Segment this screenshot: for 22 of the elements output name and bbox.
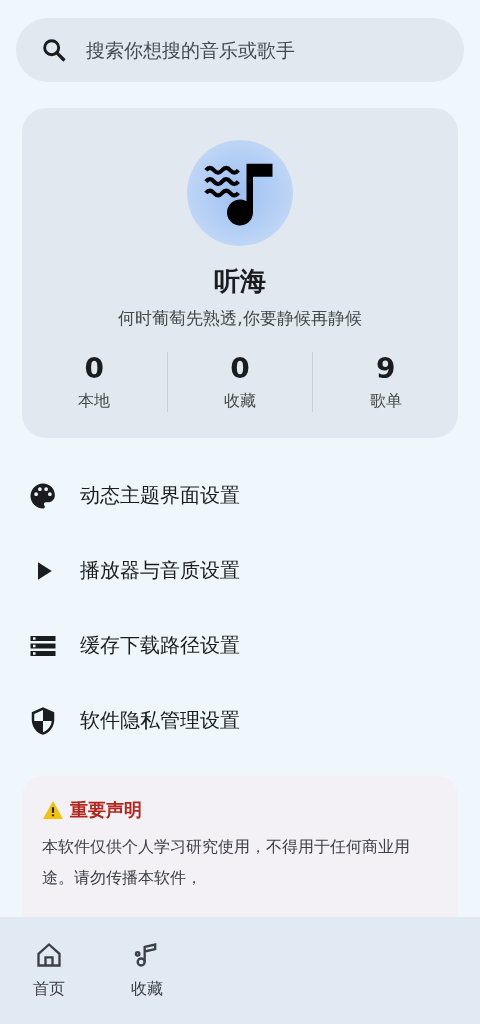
notice-text: 本软件仅供个人学习研究使用，不得用于任何商业用 [42,837,411,858]
nav-tab[interactable]: 首页 [0,917,98,1024]
stat-value: 0 [84,352,105,385]
home-icon [35,941,63,969]
search-icon [40,36,68,64]
stat-label: 本地 [78,391,111,412]
notice-title: 重要声明 [70,798,142,822]
user-motto: 何时葡萄先熟透,你要静候再静候 [118,307,362,330]
search-field[interactable]: 搜索你想搜的音乐或歌手 [84,38,440,62]
settings-item[interactable]: 动态主题界面设置 [80,482,240,509]
nav-tab[interactable]: 收藏 [98,917,196,1024]
warning-icon [42,800,64,820]
settings-item[interactable]: 播放器与音质设置 [80,557,240,584]
user-name: 听海 [214,265,266,298]
settings-item[interactable]: 缓存下载路径设置 [80,632,240,659]
stat-value: 9 [375,352,396,385]
notice-text: 途。请勿传播本软件， [42,868,203,889]
stat-label: 歌单 [369,391,402,412]
settings-item[interactable]: 软件隐私管理设置 [80,707,240,734]
search-bar[interactable]: 搜索你想搜的音乐或歌手 [16,18,464,82]
stat-label: 收藏 [224,391,256,412]
stat-value: 0 [230,352,250,385]
